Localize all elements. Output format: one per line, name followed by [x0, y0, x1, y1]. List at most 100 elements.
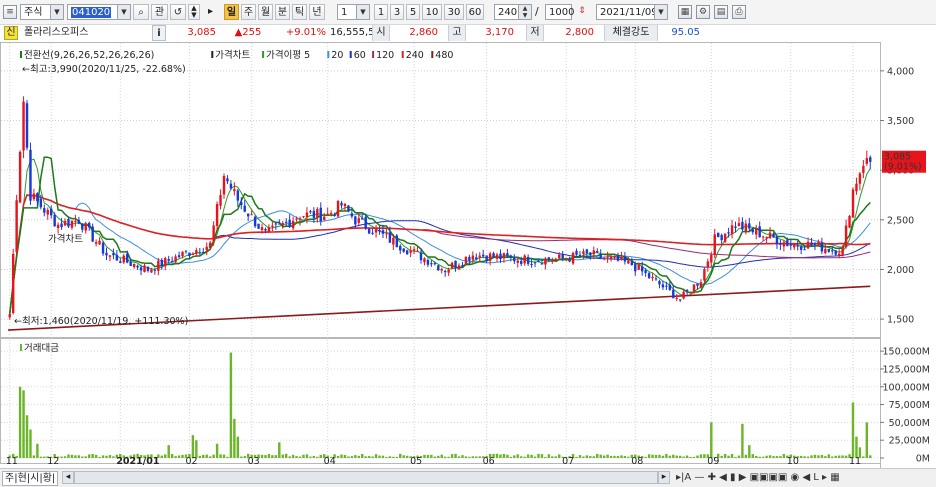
volume-bar: [174, 456, 177, 458]
updown-button[interactable]: ▲ ▼: [188, 4, 200, 20]
volume-bar: [530, 454, 533, 458]
candle-body-down: [678, 299, 682, 301]
period-tick-button[interactable]: 틱: [292, 4, 307, 20]
candle-body-up: [32, 193, 36, 200]
volume-bar: [22, 390, 25, 458]
period-select[interactable]: 1 ▼: [337, 4, 370, 20]
candle-body-down: [748, 223, 751, 229]
candle-body-down: [139, 267, 143, 271]
candle-body-down: [319, 207, 322, 222]
volume-bar: [768, 455, 772, 458]
scroll-left-button[interactable]: ◂: [62, 471, 74, 484]
volume-bar: [222, 454, 226, 458]
candle-body-up: [558, 254, 561, 258]
candle-body-up: [613, 256, 616, 258]
candle-body-down: [167, 259, 170, 261]
print-icon[interactable]: ⎙: [732, 5, 746, 19]
price-change: ▲255: [222, 25, 274, 41]
search-button[interactable]: ⌕: [133, 4, 149, 20]
period-week-button[interactable]: 주: [241, 4, 256, 20]
volume-bar: [208, 456, 212, 458]
candle-body-down: [831, 250, 834, 252]
volume-bar: [844, 455, 848, 458]
period-30-button[interactable]: 30: [444, 4, 464, 20]
volume-bar: [350, 456, 354, 458]
scroll-right-button[interactable]: ▸: [658, 471, 670, 484]
info-button[interactable]: i: [152, 25, 166, 41]
candle-body-down: [509, 255, 513, 257]
period-3-button[interactable]: 3: [390, 4, 404, 20]
volume-bar: [443, 456, 447, 458]
candle-body-up: [755, 228, 758, 235]
legend-label: 전환선(9,26,26,52,26,26,26): [24, 49, 154, 61]
calculator-icon[interactable]: ▦: [678, 5, 692, 19]
min-price-annotation: ←최저:1,460(2020/11/19, +111.30%): [14, 316, 188, 327]
price-legend: 전환선(9,26,26,52,26,26,26) 가격차트 가격이평 5 20 60 12…: [20, 49, 453, 61]
candle-body-down: [243, 205, 246, 212]
period-year-button[interactable]: 년: [309, 4, 325, 20]
price-chart[interactable]: 전환선(9,26,26,52,26,26,26) 가격차트 가격이평 5 20 60 12…: [0, 42, 936, 468]
price-tick-label: 2,500: [887, 215, 914, 226]
date-tick-label: 2021/01: [116, 456, 159, 467]
candle-body-up: [768, 232, 772, 239]
period-month-label: 월: [260, 7, 271, 18]
candle-body-down: [547, 257, 551, 261]
chart-toolbar: ≡ 주식 ▼ 041020 ▼ ⌕ 관 ↺ ▲ ▼ ▸ 일 주 월 분 틱 년 1…: [0, 0, 936, 25]
candle-body-up: [710, 254, 713, 263]
total-input[interactable]: 1000: [545, 4, 574, 20]
tab-strip-label: 주|현|시|황|: [5, 473, 56, 484]
candle-body-up: [260, 227, 264, 231]
candle-body-down: [246, 213, 250, 217]
candle-body-up: [793, 244, 796, 248]
chevron-down-icon: ▼: [117, 5, 130, 19]
legend-swatch: [20, 51, 22, 58]
candle-body-down: [672, 289, 675, 299]
date-tick-label: 02: [185, 456, 197, 467]
volume-bar: [468, 456, 471, 458]
volume-bar: [240, 456, 243, 458]
candle-body-down: [796, 245, 799, 247]
period-month-button[interactable]: 월: [258, 4, 273, 20]
gwan-button[interactable]: 관: [151, 4, 168, 20]
volume-bar: [668, 455, 672, 458]
count-input[interactable]: 240 ▲ ▼: [494, 4, 532, 20]
save-icon[interactable]: ▤: [714, 5, 728, 19]
arrow-button[interactable]: ▸: [205, 4, 216, 20]
volume-bar: [170, 454, 174, 458]
period-5-button[interactable]: 5: [406, 4, 420, 20]
stock-code-input[interactable]: 041020 ▼: [67, 4, 131, 20]
volume-bar: [647, 454, 651, 458]
volume-bar: [284, 453, 288, 458]
candle-body-up: [143, 265, 146, 273]
candle-body-up: [706, 261, 710, 268]
volume-bar: [84, 456, 87, 458]
period-60-button[interactable]: 60: [466, 4, 484, 20]
volume-bar: [834, 455, 837, 458]
period-day-button[interactable]: 일: [224, 4, 239, 20]
adjust-icon[interactable]: ⇕: [575, 5, 589, 19]
volume-bar: [699, 454, 703, 458]
count-separator: /: [535, 5, 539, 18]
legend-swatch: [372, 51, 375, 58]
horizontal-scrollbar[interactable]: [74, 471, 658, 484]
chart-controls[interactable]: ▸|A — ✚ ◀ ▮ ▶ ▣▣▣▣ ◉ ◀ L ▸ ▦: [676, 471, 840, 484]
history-button[interactable]: ↺: [170, 4, 186, 20]
settings-icon[interactable]: ⚙: [696, 5, 710, 19]
period-minute-button[interactable]: 분: [275, 4, 290, 20]
period-10-button[interactable]: 10: [422, 4, 442, 20]
volume-bar: [820, 454, 824, 458]
date-select[interactable]: 2021/11/09 ▼: [596, 4, 668, 20]
candle-body-down: [779, 243, 782, 245]
menu-icon[interactable]: ≡: [3, 5, 17, 19]
market-select[interactable]: 주식 ▼: [20, 4, 64, 20]
candle-body-up: [841, 247, 844, 256]
open-price-value: 2,860: [409, 27, 438, 38]
candle-body-down: [129, 261, 132, 266]
volume-bar: [440, 454, 443, 458]
volume-bar: [730, 453, 734, 458]
price-tick-label: 3,500: [887, 116, 914, 127]
candle-body-up: [848, 215, 851, 228]
tab-strip[interactable]: 주|현|시|황|: [2, 471, 59, 486]
period-1-button[interactable]: 1: [374, 4, 388, 20]
volume-bar: [112, 456, 115, 458]
